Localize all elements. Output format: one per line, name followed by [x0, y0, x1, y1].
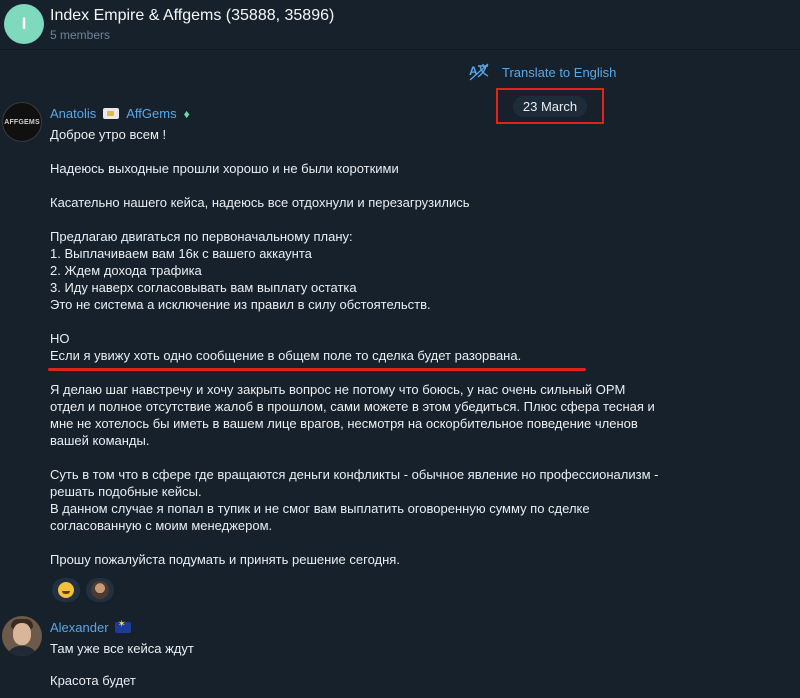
message-line: Там уже все кейса ждут — [50, 641, 194, 656]
message-line: мне не хотелось бы иметь в вашем лице вр… — [50, 416, 638, 431]
translate-icon: A — [469, 63, 489, 81]
translate-label[interactable]: Translate to English — [502, 65, 616, 80]
message-line: В данном случае я попал в тупик и не смо… — [50, 501, 590, 516]
message-line: НО — [50, 331, 70, 346]
sender-name-alexander[interactable]: Alexander — [50, 619, 131, 635]
sender-name[interactable]: Anatolis — [50, 106, 96, 121]
red-underline — [48, 368, 586, 371]
message-line: 1. Выплачиваем вам 16к с вашего аккаунта — [50, 246, 312, 261]
chat-header[interactable]: I Index Empire & Affgems (35888, 35896) … — [0, 0, 800, 50]
sender-tag: AffGems — [126, 106, 177, 121]
message-line: согласованную с моим менеджером. — [50, 518, 273, 533]
message-line: Я делаю шаг навстречу и хочу закрыть воп… — [50, 382, 626, 397]
eu-flag-icon — [114, 619, 131, 633]
avatar-face — [13, 623, 31, 645]
message-line: Прошу пожалуйста подумать и принять реше… — [50, 552, 400, 567]
message-line: отдел и полное отсутствие жалоб в прошло… — [50, 399, 655, 414]
message-line: Это не система а исключение из правил в … — [50, 297, 431, 312]
flag-icon — [103, 108, 120, 119]
avatar-logo-text: AFFGEMS — [4, 118, 40, 126]
translate-button[interactable]: A Translate to English — [468, 62, 616, 82]
message-line: решать подобные кейсы. — [50, 484, 202, 499]
message-line: Надеюсь выходные прошли хорошо и не были… — [50, 161, 399, 176]
member-count: 5 members — [50, 28, 111, 42]
avatar-suit — [6, 646, 38, 656]
sender-name-anatolis[interactable]: Anatolis AffGems ♦ — [50, 106, 190, 121]
message-line: Красота будет — [50, 673, 136, 688]
chat-avatar[interactable]: I — [4, 4, 44, 44]
reactor-avatar-icon — [91, 581, 109, 599]
chat-title: Index Empire & Affgems (35888, 35896) — [50, 7, 335, 24]
svg-text:A: A — [469, 64, 478, 78]
highlighted-message-line: Если я увижу хоть одно сообщение в общем… — [50, 348, 522, 363]
message-line: 3. Иду наверх согласовывать вам выплату … — [50, 280, 357, 295]
message-line: Касательно нашего кейса, надеюсь все отд… — [50, 195, 470, 210]
sender-avatar-anatolis[interactable]: AFFGEMS — [2, 102, 42, 142]
grinning-emoji-icon — [58, 582, 74, 598]
message-line: Предлагаю двигаться по первоначальному п… — [50, 229, 353, 244]
sender-name[interactable]: Alexander — [50, 620, 109, 635]
message-line: 2. Ждем дохода трафика — [50, 263, 202, 278]
message-reactions — [52, 577, 114, 603]
reaction-user[interactable] — [86, 578, 114, 602]
date-highlight-box: 23 March — [496, 88, 604, 124]
message-line: Суть в том что в сфере где вращаются ден… — [50, 467, 659, 482]
reaction-grinning[interactable] — [52, 578, 80, 602]
sender-avatar-alexander[interactable] — [2, 616, 42, 656]
gem-icon: ♦ — [183, 106, 190, 121]
message-line: Доброе утро всем ! — [50, 127, 167, 142]
message-line: вашей команды. — [50, 433, 150, 448]
date-separator: 23 March — [512, 95, 588, 117]
